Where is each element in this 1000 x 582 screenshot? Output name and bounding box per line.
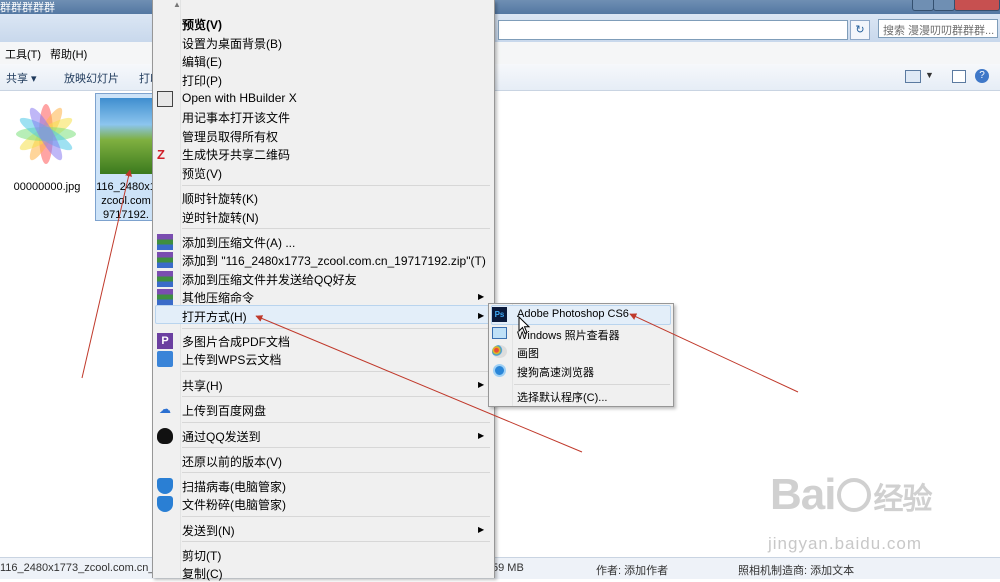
annotation-arrow xyxy=(255,315,583,453)
annotation-arrow xyxy=(629,313,799,393)
watermark-url: jingyan.baidu.com xyxy=(768,534,923,553)
paw-icon xyxy=(837,478,872,512)
baidu-watermark: Bai 经验 xyxy=(770,470,932,520)
annotation-arrow xyxy=(81,169,132,379)
watermark-brand-cn: 经验 xyxy=(873,483,932,516)
watermark-brand: Bai xyxy=(770,470,836,519)
